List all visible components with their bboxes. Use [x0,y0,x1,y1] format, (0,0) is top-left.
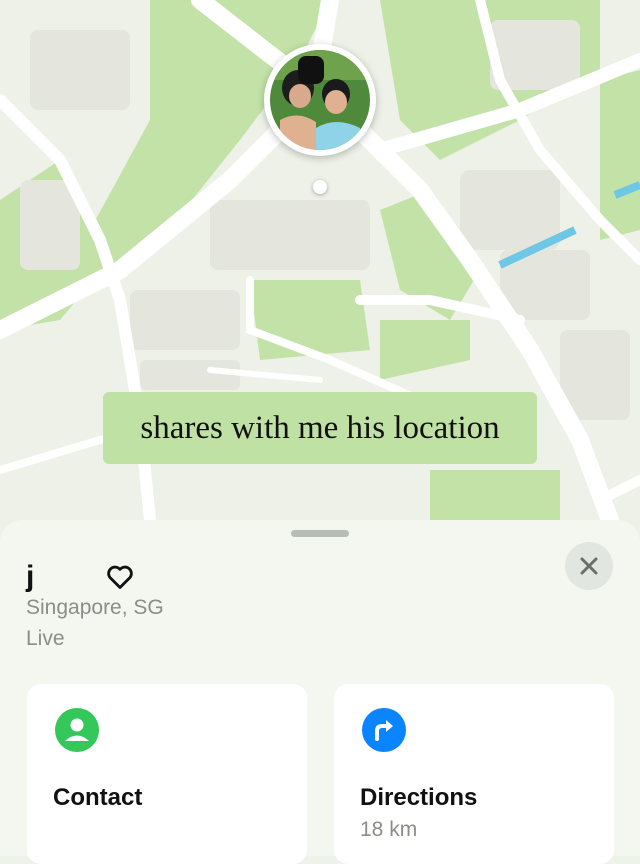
directions-label: Directions [360,784,478,811]
close-icon [580,557,598,575]
sheet-grabber[interactable] [291,530,349,537]
location-sheet: j Singapore, SG Live Contact Directions … [0,520,640,864]
distance-text: 18 km [360,818,418,841]
contact-label: Contact [53,784,143,811]
caption-label: shares with me his location [103,392,537,464]
friend-avatar-pin[interactable] [264,44,376,156]
close-button[interactable] [565,542,613,590]
location-text: Singapore, SG [26,596,164,619]
directions-card[interactable]: Directions 18 km [334,684,614,864]
heart-icon[interactable] [106,563,134,591]
friend-photo [270,50,370,150]
status-text: Live [26,627,65,650]
friend-name: j [26,560,35,593]
turn-right-arrow-icon [362,708,406,752]
contact-card[interactable]: Contact [27,684,307,864]
location-dot [313,180,327,194]
person-icon [55,708,99,752]
